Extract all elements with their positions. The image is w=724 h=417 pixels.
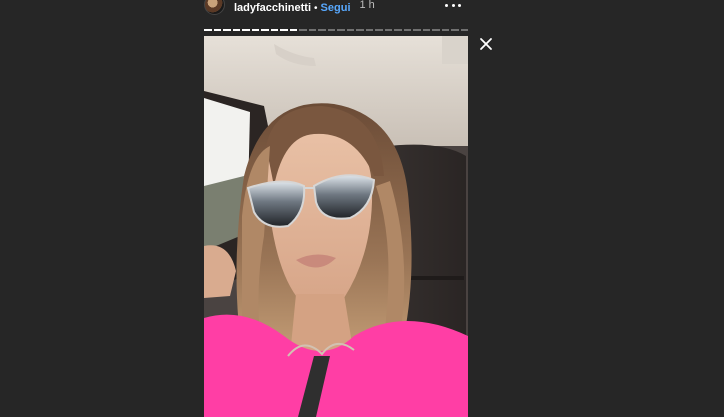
progress-segment: [242, 29, 250, 31]
progress-segment: [403, 29, 411, 31]
progress-segment: [280, 29, 288, 31]
more-options-icon[interactable]: [445, 0, 461, 10]
timestamp: 1 h: [359, 0, 375, 11]
profile-avatar[interactable]: [204, 0, 225, 15]
follow-button[interactable]: Segui: [321, 2, 351, 14]
progress-segment: [413, 29, 421, 31]
progress-segment: [232, 29, 240, 31]
progress-segment: [460, 29, 468, 31]
progress-segment: [270, 29, 278, 31]
progress-segment: [365, 29, 373, 31]
progress-segment: [299, 29, 307, 31]
progress-segment: [289, 29, 297, 31]
username-link[interactable]: ladyfacchinetti: [234, 2, 311, 14]
separator-dot: •: [314, 2, 318, 14]
story-video-frame[interactable]: [204, 36, 468, 417]
story-header: ladyfacchinetti • Segui 1 h: [204, 0, 468, 16]
progress-segment: [422, 29, 430, 31]
progress-segment: [394, 29, 402, 31]
progress-segment: [204, 29, 212, 31]
progress-segment: [251, 29, 259, 31]
progress-segment: [356, 29, 364, 31]
close-icon[interactable]: [478, 36, 494, 52]
progress-segment: [327, 29, 335, 31]
progress-segment: [441, 29, 449, 31]
progress-segment: [223, 29, 231, 31]
progress-segment: [432, 29, 440, 31]
progress-segment: [261, 29, 269, 31]
progress-segment: [337, 29, 345, 31]
progress-segment: [346, 29, 354, 31]
progress-segment: [375, 29, 383, 31]
progress-segment: [308, 29, 316, 31]
progress-segment: [318, 29, 326, 31]
progress-segment: [213, 29, 221, 31]
progress-segment: [384, 29, 392, 31]
story-progress-bar: [204, 29, 468, 31]
progress-segment: [451, 29, 459, 31]
